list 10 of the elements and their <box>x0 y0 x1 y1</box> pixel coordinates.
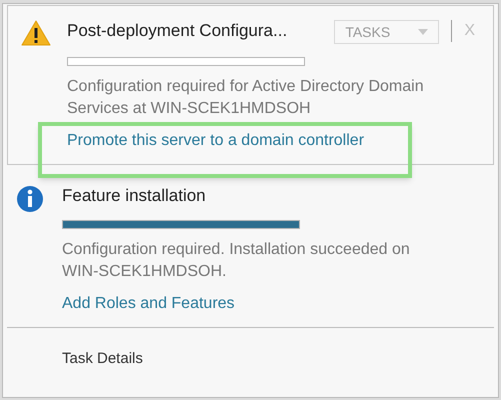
action-link[interactable]: Add Roles and Features <box>62 293 235 315</box>
notification-title: Feature installation <box>62 185 207 207</box>
notification-description: Configuration required for Active Directory Domain Services at WIN-SCEK1HMDSOH <box>67 77 425 119</box>
info-icon <box>16 185 44 213</box>
warning-icon <box>21 20 51 46</box>
caret-icon <box>418 29 428 35</box>
action-link[interactable]: Promote this server to a domain controller <box>67 130 364 152</box>
task-details-link[interactable]: Task Details <box>62 348 143 370</box>
notification-title: Post-deployment Configura... <box>67 20 288 42</box>
notification-description: Configuration required. Installation succeeded on WIN-SCEK1HMDSOH. <box>62 240 411 282</box>
